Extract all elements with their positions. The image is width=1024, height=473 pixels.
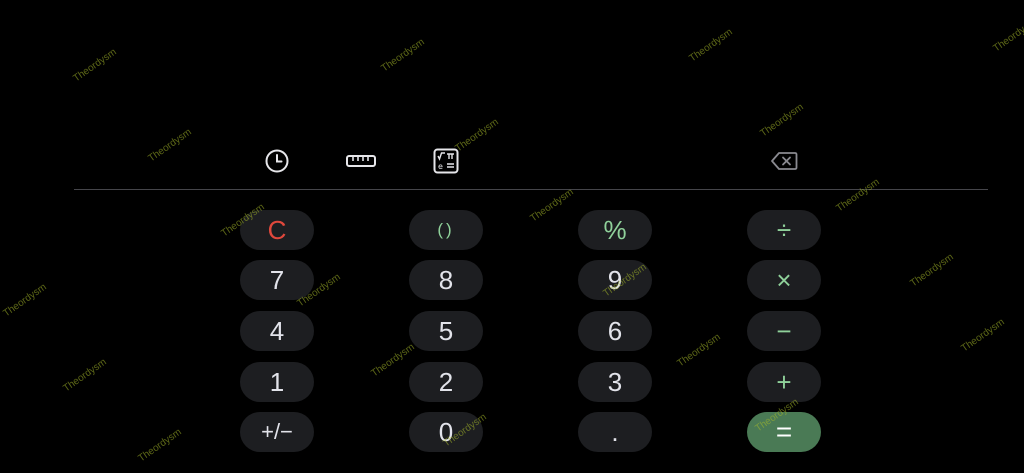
digit-3-button[interactable]: 3: [578, 362, 652, 402]
watermark: Theordysm: [991, 16, 1024, 55]
parentheses-button[interactable]: (): [409, 210, 483, 250]
watermark: Theordysm: [1, 281, 49, 320]
clear-button[interactable]: C: [240, 210, 314, 250]
divide-button[interactable]: ÷: [747, 210, 821, 250]
watermark: Theordysm: [71, 46, 119, 85]
watermark: Theordysm: [959, 316, 1007, 355]
watermark: Theordysm: [675, 331, 723, 370]
watermark: Theordysm: [61, 356, 109, 395]
backspace-icon[interactable]: [769, 146, 799, 176]
svg-text:e: e: [438, 162, 443, 171]
digit-2-button[interactable]: 2: [409, 362, 483, 402]
watermark: Theordysm: [379, 36, 427, 75]
minus-button[interactable]: −: [747, 311, 821, 351]
watermark: Theordysm: [687, 26, 735, 65]
digit-0-button[interactable]: 0: [409, 412, 483, 452]
watermark: Theordysm: [528, 186, 576, 225]
history-icon[interactable]: [262, 146, 292, 176]
digit-9-button[interactable]: 9: [578, 260, 652, 300]
ruler-icon[interactable]: [346, 146, 376, 176]
digit-1-button[interactable]: 1: [240, 362, 314, 402]
watermark: Theordysm: [146, 126, 194, 165]
percent-button[interactable]: %: [578, 210, 652, 250]
digit-6-button[interactable]: 6: [578, 311, 652, 351]
watermark: Theordysm: [758, 101, 806, 140]
digit-5-button[interactable]: 5: [409, 311, 483, 351]
watermark: Theordysm: [908, 251, 956, 290]
decimal-button[interactable]: .: [578, 412, 652, 452]
sign-toggle-button[interactable]: +/−: [240, 412, 314, 452]
digit-4-button[interactable]: 4: [240, 311, 314, 351]
digit-8-button[interactable]: 8: [409, 260, 483, 300]
plus-button[interactable]: +: [747, 362, 821, 402]
scientific-functions-icon[interactable]: e: [431, 146, 461, 176]
digit-7-button[interactable]: 7: [240, 260, 314, 300]
multiply-button[interactable]: ×: [747, 260, 821, 300]
watermark: Theordysm: [834, 176, 882, 215]
watermark: Theordysm: [136, 426, 184, 465]
equals-button[interactable]: =: [747, 412, 821, 452]
divider: [74, 189, 988, 190]
